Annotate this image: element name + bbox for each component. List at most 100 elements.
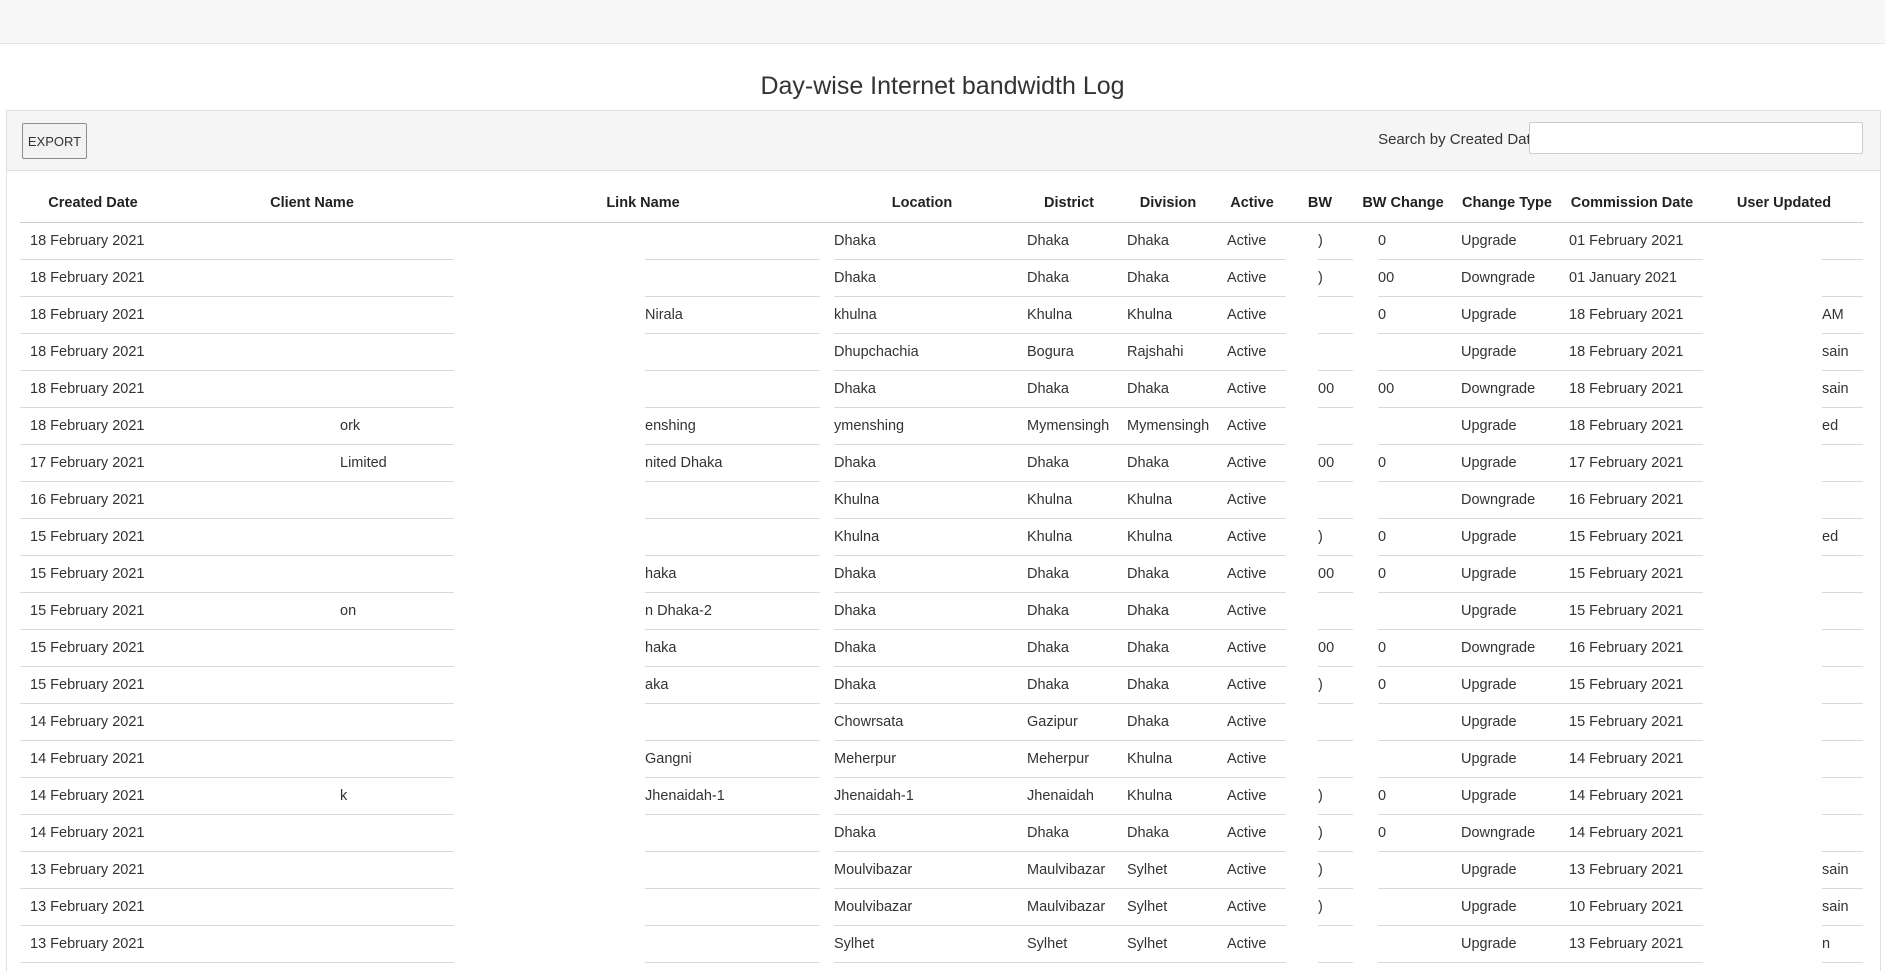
cell-district: Mymensingh [1027, 418, 1110, 434]
column-header-district[interactable]: District [1044, 195, 1094, 211]
cell-bw: ) [1318, 233, 1323, 249]
table-row[interactable]: 15 February 2021 on n Dhaka-2 Dhaka Dhaka Dha… [0, 593, 1885, 630]
column-header-bw-change[interactable]: BW Change [1362, 195, 1443, 211]
cell-active: Active [1227, 270, 1267, 286]
page-title: Day-wise Internet bandwidth Log [760, 72, 1125, 100]
cell-location: Dhupchachia [834, 344, 919, 360]
column-header-commission-date[interactable]: Commission Date [1571, 195, 1693, 211]
cell-created-date: 16 February 2021 [30, 492, 145, 508]
table-row[interactable]: 18 February 2021 ork enshing ymenshing Mymen… [0, 408, 1885, 445]
cell-commission-date: 18 February 2021 [1569, 307, 1684, 323]
cell-active: Active [1227, 566, 1267, 582]
cell-division: Dhaka [1127, 825, 1169, 841]
cell-client-name [340, 704, 450, 741]
cell-user-updated [1822, 482, 1877, 519]
cell-created-date: 13 February 2021 [30, 899, 145, 915]
table-row[interactable]: 15 February 2021 haka Dhaka Dhaka Dhaka Activ… [0, 556, 1885, 593]
search-created-date-input[interactable] [1529, 122, 1863, 154]
column-header-user-updated[interactable]: User Updated [1737, 195, 1831, 211]
cell-district: Dhaka [1027, 677, 1069, 693]
column-header-change-type[interactable]: Change Type [1462, 195, 1552, 211]
column-header-client-name[interactable]: Client Name [270, 195, 354, 211]
cell-bw: ) [1318, 788, 1323, 804]
column-header-created-date[interactable]: Created Date [48, 195, 137, 211]
table-row[interactable]: 18 February 2021 Dhaka Dhaka Dhaka Active) 00… [0, 260, 1885, 297]
column-header-bw[interactable]: BW [1308, 195, 1332, 211]
cell-created-date: 15 February 2021 [30, 640, 145, 656]
row-divider [645, 962, 820, 963]
cell-location: Moulvibazar [834, 899, 913, 915]
column-header-location[interactable]: Location [892, 195, 952, 211]
cell-district: Meherpur [1027, 751, 1090, 767]
table-row[interactable]: 14 February 2021 Gangni Meherpur Meherpur Kh… [0, 741, 1885, 778]
cell-division: Dhaka [1127, 640, 1169, 656]
cell-commission-date: 18 February 2021 [1569, 381, 1684, 397]
cell-created-date: 14 February 2021 [30, 714, 145, 730]
cell-district: Jhenaidah [1027, 788, 1094, 804]
table-row[interactable]: 18 February 2021 Nirala khulna Khulna Khulna… [0, 297, 1885, 334]
cell-link-name: n Dhaka-2 [645, 603, 712, 619]
table-row[interactable]: 13 February 2021 Moulvibazar Maulvibazar Sy… [0, 852, 1885, 889]
column-header-link-name[interactable]: Link Name [606, 195, 679, 211]
cell-change-type: Upgrade [1461, 936, 1517, 952]
cell-user-updated [1822, 593, 1877, 630]
table-row[interactable]: 15 February 2021 haka Dhaka Dhaka Dhaka Activ… [0, 630, 1885, 667]
cell-link-name: Nirala [645, 307, 683, 323]
table-row[interactable]: 16 February 2021 Khulna Khulna Khulna Active… [0, 482, 1885, 519]
cell-change-type: Upgrade [1461, 751, 1517, 767]
cell-created-date: 18 February 2021 [30, 307, 145, 323]
table-row[interactable]: 14 February 2021 Chowrsata Gazipur Dhaka Act… [0, 704, 1885, 741]
cell-division: Dhaka [1127, 381, 1169, 397]
cell-link-name [645, 260, 795, 297]
cell-commission-date: 15 February 2021 [1569, 677, 1684, 693]
cell-client-name: Limited [340, 455, 387, 471]
cell-bw-change: 0 [1378, 233, 1387, 249]
cell-link-name [645, 482, 795, 519]
cell-created-date: 14 February 2021 [30, 751, 145, 767]
cell-bw [1318, 704, 1343, 741]
table-row[interactable]: 13 February 2021 Moulvibazar Maulvibazar Sy… [0, 889, 1885, 926]
cell-active: Active [1227, 344, 1267, 360]
cell-change-type: Upgrade [1461, 529, 1517, 545]
cell-user-updated [1822, 815, 1877, 852]
cell-location: Dhaka [834, 603, 876, 619]
cell-location: ymenshing [834, 418, 905, 434]
cell-location: Dhaka [834, 455, 876, 471]
cell-client-name [340, 519, 450, 556]
table-row[interactable]: 15 February 2021 aka Dhaka Dhaka Dhaka Active… [0, 667, 1885, 704]
cell-district: Khulna [1027, 492, 1073, 508]
cell-client-name: k [340, 788, 348, 804]
export-button[interactable]: EXPORT [22, 123, 87, 159]
cell-commission-date: 13 February 2021 [1569, 936, 1684, 952]
cell-commission-date: 15 February 2021 [1569, 529, 1684, 545]
cell-location: Dhaka [834, 677, 876, 693]
cell-bw-change [1378, 704, 1438, 741]
cell-active: Active [1227, 455, 1267, 471]
cell-bw: ) [1318, 529, 1323, 545]
cell-active: Active [1227, 233, 1267, 249]
row-divider [1318, 962, 1353, 963]
column-header-active[interactable]: Active [1230, 195, 1274, 211]
cell-change-type: Upgrade [1461, 566, 1517, 582]
table-row[interactable]: 13 February 2021 Sylhet Sylhet Sylhet Active… [0, 926, 1885, 963]
cell-location: Sylhet [834, 936, 875, 952]
cell-bw [1318, 408, 1343, 445]
cell-division: Khulna [1127, 529, 1173, 545]
cell-commission-date: 17 February 2021 [1569, 455, 1684, 471]
cell-bw-change [1378, 482, 1438, 519]
table-row[interactable]: 15 February 2021 Khulna Khulna Khulna Active… [0, 519, 1885, 556]
cell-location: khulna [834, 307, 877, 323]
table-row[interactable]: 17 February 2021 Limited nited Dhaka Dhaka D… [0, 445, 1885, 482]
cell-location: Khulna [834, 529, 880, 545]
table-row[interactable]: 18 February 2021 Dhaka Dhaka Dhaka Active 00 0… [0, 371, 1885, 408]
cell-commission-date: 01 February 2021 [1569, 233, 1684, 249]
cell-change-type: Upgrade [1461, 862, 1517, 878]
cell-created-date: 14 February 2021 [30, 825, 145, 841]
table-row[interactable]: 14 February 2021 k Jhenaidah-1 Jhenaidah-1 J… [0, 778, 1885, 815]
table-row[interactable]: 18 February 2021 Dhaka Dhaka Dhaka Active) 0 U… [0, 223, 1885, 260]
cell-change-type: Upgrade [1461, 344, 1517, 360]
cell-client-name [340, 667, 450, 704]
column-header-division[interactable]: Division [1140, 195, 1196, 211]
table-row[interactable]: 14 February 2021 Dhaka Dhaka Dhaka Active) 0 D… [0, 815, 1885, 852]
table-row[interactable]: 18 February 2021 Dhupchachia Bogura Rajshah… [0, 334, 1885, 371]
